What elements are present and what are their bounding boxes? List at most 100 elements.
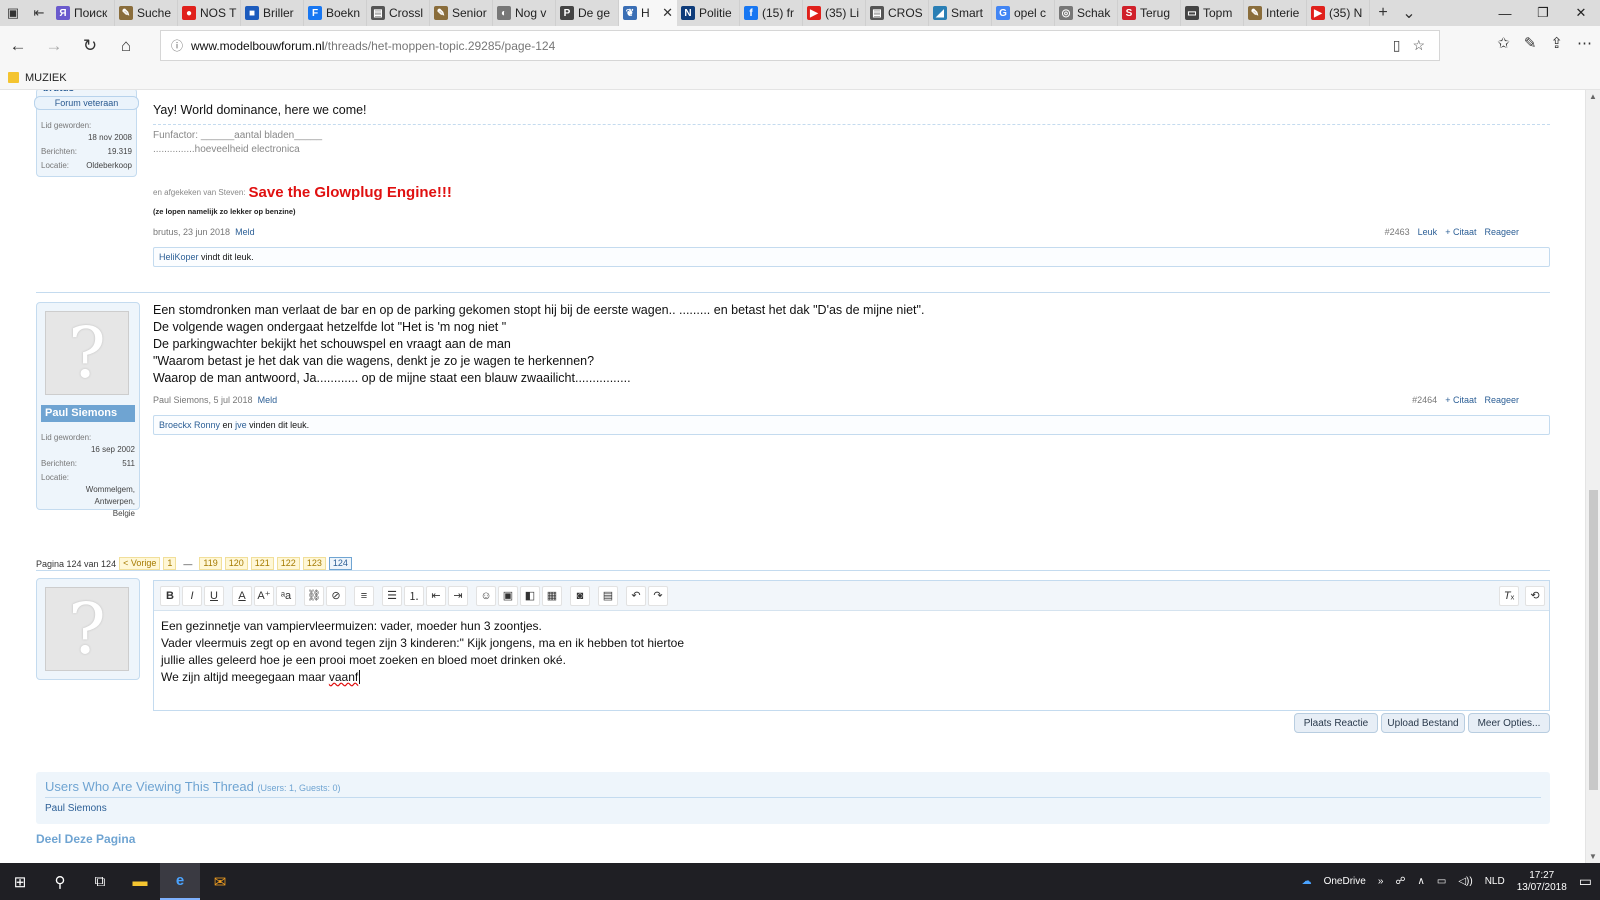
browser-tab[interactable]: ▶ (35) N <box>1307 0 1370 26</box>
close-tab-icon[interactable]: ✕ <box>662 5 673 21</box>
favorite-folder-muziek[interactable]: MUZIEK <box>25 72 67 84</box>
scroll-thumb[interactable] <box>1589 490 1598 790</box>
reading-view-icon[interactable]: ▯ <box>1393 37 1401 54</box>
post1-quote-link[interactable]: + Citaat <box>1445 227 1476 237</box>
tab-manager-icon[interactable]: ▣ <box>0 0 26 26</box>
page-link[interactable]: 120 <box>224 557 248 570</box>
post1-report-link[interactable]: Meld <box>235 227 255 237</box>
browser-tab[interactable]: Gopel c <box>992 0 1055 26</box>
browser-tab[interactable]: N Politie <box>677 0 740 26</box>
bold-button[interactable]: B <box>160 585 180 606</box>
post1-like-link[interactable]: Leuk <box>1418 227 1438 237</box>
home-button[interactable]: ⌂ <box>108 28 144 64</box>
unlink-icon[interactable]: ⊘ <box>326 585 346 606</box>
show-hidden-icons[interactable]: ∧ <box>1418 876 1425 887</box>
browser-tab[interactable]: ◢ Smart <box>929 0 992 26</box>
image-icon[interactable]: ▣ <box>498 585 518 606</box>
more-menu-icon[interactable]: ⋯ <box>1577 34 1592 52</box>
indent-icon[interactable]: ⇥ <box>448 585 468 606</box>
submit-reply-button[interactable]: Plaats Reactie <box>1294 713 1378 733</box>
text-color-button[interactable]: A <box>232 585 252 606</box>
site-info-icon[interactable]: ⓘ <box>171 37 183 54</box>
align-icon[interactable]: ≡ <box>354 585 374 606</box>
link-icon[interactable]: ⛓ <box>304 585 324 606</box>
browser-tab[interactable]: ▤ Crossl <box>367 0 430 26</box>
share-icon[interactable]: ⇪ <box>1550 34 1563 52</box>
file-explorer-icon[interactable]: ▬ <box>120 863 160 900</box>
start-windows-icon[interactable]: ⊞ <box>0 863 40 900</box>
network-icon[interactable]: ▭ <box>1437 876 1446 887</box>
scroll-down-icon[interactable]: ▼ <box>1589 852 1597 861</box>
tray-overflow-icon[interactable]: » <box>1378 876 1384 887</box>
volume-icon[interactable]: ◁)) <box>1458 876 1472 887</box>
browser-tab[interactable]: ✎ Interie <box>1244 0 1307 26</box>
page-link[interactable]: 121 <box>250 557 274 570</box>
browser-tab[interactable]: ▤ CROS <box>866 0 929 26</box>
post2-number[interactable]: #2464 <box>1412 395 1437 405</box>
toggle-bbcode-icon[interactable]: ⟲ <box>1525 585 1545 606</box>
browser-tab[interactable]: ✎ Senior <box>430 0 493 26</box>
underline-button[interactable]: U <box>204 585 224 606</box>
page-link[interactable]: 119 <box>199 557 222 570</box>
insert-icon[interactable]: ▦ <box>542 585 562 606</box>
numbered-list-icon[interactable]: ⒈ <box>404 585 424 606</box>
browser-tab[interactable]: ◐ Nog v <box>493 0 556 26</box>
notification-center-icon[interactable]: ▭ <box>1579 873 1592 890</box>
viewer-name-link[interactable]: Paul Siemons <box>36 798 1550 814</box>
smilie-icon[interactable]: ☺ <box>476 585 496 606</box>
favorites-hub-icon[interactable]: ✩ <box>1497 34 1510 52</box>
browser-tab[interactable]: P De ge <box>556 0 619 26</box>
onedrive-label[interactable]: OneDrive <box>1324 876 1366 887</box>
browser-tab[interactable]: Я Поиск <box>52 0 115 26</box>
remove-format-icon[interactable]: Tₓ <box>1499 585 1519 606</box>
system-clock[interactable]: 17:27 13/07/2018 <box>1517 870 1567 894</box>
page-link[interactable]: 1 <box>163 557 177 570</box>
post1-reply-link[interactable]: Reageer <box>1484 227 1519 237</box>
liker-link[interactable]: HeliKoper <box>159 252 199 262</box>
save-draft-icon[interactable]: ▤ <box>598 585 618 606</box>
font-size-button[interactable]: A⁺ <box>254 585 274 606</box>
browser-tab[interactable]: S Terug <box>1118 0 1181 26</box>
tab-preview-chevron-icon[interactable]: ⌄ <box>1396 0 1422 26</box>
page-link[interactable]: 122 <box>276 557 300 570</box>
forward-button[interactable]: → <box>36 28 72 64</box>
browser-tab[interactable]: ● NOS T <box>178 0 241 26</box>
liker-link[interactable]: Broeckx Ronny <box>159 420 220 430</box>
minimize-button[interactable]: — <box>1486 0 1524 26</box>
camera-icon[interactable]: ◙ <box>570 585 590 606</box>
prev-page-link[interactable]: < Vorige <box>119 557 161 570</box>
edge-browser-icon[interactable]: e <box>160 863 200 900</box>
media-icon[interactable]: ◧ <box>520 585 540 606</box>
close-window-button[interactable]: ✕ <box>1562 0 1600 26</box>
browser-tab[interactable]: ❦ H ✕ <box>619 0 677 26</box>
upload-file-button[interactable]: Upload Bestand <box>1381 713 1465 733</box>
post2-reply-link[interactable]: Reageer <box>1484 395 1519 405</box>
web-note-icon[interactable]: ✎ <box>1524 34 1537 52</box>
font-family-button[interactable]: ᵃa <box>276 585 296 606</box>
scroll-up-icon[interactable]: ▲ <box>1589 92 1597 101</box>
editor-content[interactable]: Een gezinnetje van vampiervleermuizen: v… <box>154 611 1549 693</box>
post1-number[interactable]: #2463 <box>1385 227 1410 237</box>
favorite-star-icon[interactable]: ☆ <box>1412 37 1425 54</box>
search-icon[interactable]: ⚲ <box>40 863 80 900</box>
page-scrollbar[interactable]: ▲ ▼ <box>1585 90 1600 863</box>
onedrive-icon[interactable]: ☁ <box>1302 876 1312 887</box>
undo-icon[interactable]: ↶ <box>626 585 646 606</box>
bullet-list-icon[interactable]: ☰ <box>382 585 402 606</box>
people-icon[interactable]: ☍ <box>1395 876 1405 887</box>
post1-username[interactable]: brutus <box>43 90 74 94</box>
outdent-icon[interactable]: ⇤ <box>426 585 446 606</box>
more-options-button[interactable]: Meer Opties... <box>1468 713 1550 733</box>
post2-avatar[interactable]: ? <box>45 311 129 395</box>
tabs-aside-icon[interactable]: ⇤ <box>26 0 52 26</box>
browser-tab[interactable]: ◎ Schak <box>1055 0 1118 26</box>
task-view-icon[interactable]: ⧉ <box>80 863 120 900</box>
restore-button[interactable]: ❐ <box>1524 0 1562 26</box>
redo-icon[interactable]: ↷ <box>648 585 668 606</box>
refresh-button[interactable]: ↻ <box>72 28 108 64</box>
browser-tab[interactable]: ▶ (35) Li <box>803 0 866 26</box>
page-link[interactable]: 123 <box>302 557 326 570</box>
post2-quote-link[interactable]: + Citaat <box>1445 395 1476 405</box>
address-bar[interactable]: ⓘ www.modelbouwforum.nl/threads/het-mopp… <box>160 30 1440 61</box>
language-indicator[interactable]: NLD <box>1485 876 1505 887</box>
